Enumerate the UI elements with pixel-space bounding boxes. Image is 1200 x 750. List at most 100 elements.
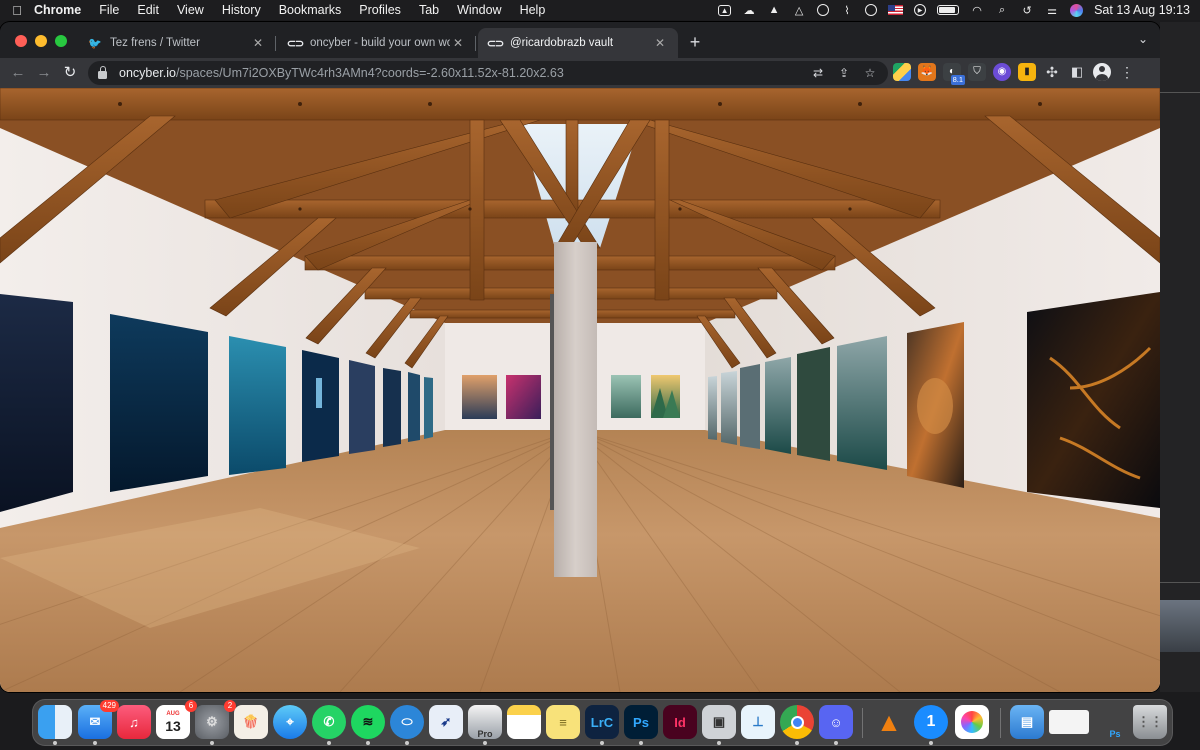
tab-oncyber[interactable]: ⊂⊃ oncyber - build your own world ✕: [278, 28, 476, 58]
indesign-icon[interactable]: Id: [663, 705, 697, 739]
discord-icon[interactable]: ☺: [819, 705, 853, 745]
fullscreen-window-button[interactable]: [55, 35, 67, 47]
safari-compass-icon[interactable]: ⌖: [273, 705, 307, 739]
artwork-night-mountain[interactable]: [0, 294, 73, 512]
extension-icon[interactable]: ◐ 8.1: [943, 63, 965, 85]
artwork-pink-abstract[interactable]: [506, 375, 541, 419]
notes-icon[interactable]: [507, 705, 541, 739]
minimize-window-button[interactable]: [35, 35, 47, 47]
play-icon[interactable]: ▶: [914, 4, 927, 16]
artwork-lake-aerial[interactable]: [837, 336, 887, 470]
chrome-icon[interactable]: [780, 705, 814, 745]
vlc-cone-icon[interactable]: ▲: [872, 705, 906, 739]
menu-profiles[interactable]: Profiles: [359, 3, 401, 17]
tab-vault[interactable]: ⊂⊃ @ricardobrazb vault ✕: [478, 28, 678, 58]
status-dot-icon[interactable]: [865, 4, 878, 16]
puzzle-extensions-icon[interactable]: ✣: [1043, 63, 1061, 81]
key-extension-icon[interactable]: ▮: [1018, 63, 1036, 81]
keynote-icon[interactable]: ⊥: [741, 705, 775, 739]
menu-window[interactable]: Window: [457, 3, 501, 17]
tab-twitter[interactable]: 🐦 Tez frens / Twitter ✕: [78, 28, 276, 58]
artwork-green-figure[interactable]: [611, 375, 641, 418]
calendar-icon[interactable]: AUG 13 6: [156, 700, 197, 739]
metamask-fox-icon[interactable]: 🦊: [918, 63, 936, 81]
url-text[interactable]: oncyber.io/spaces/Um7i2OXByTWc4rh3AMn4?c…: [119, 66, 564, 80]
close-tab-icon[interactable]: ✕: [250, 36, 266, 50]
new-tab-plus-icon[interactable]: +: [684, 32, 706, 53]
artwork-mountain-fog[interactable]: [740, 364, 760, 449]
spotlight-search-icon[interactable]: ⌕: [995, 4, 1009, 16]
paperclip-icon[interactable]: ⌇: [840, 4, 854, 17]
kebab-menu-icon[interactable]: ⋮: [1118, 63, 1136, 81]
artwork-cyan-sea[interactable]: [229, 336, 286, 475]
reload-icon[interactable]: ↻: [60, 63, 80, 83]
eye-extension-icon[interactable]: ◉: [993, 63, 1011, 81]
lightroom-classic-icon[interactable]: LrC: [585, 705, 619, 745]
artwork-mist-2[interactable]: [721, 371, 737, 445]
music-icon[interactable]: ♫: [117, 705, 151, 739]
trash-icon[interactable]: ⋮⋮: [1133, 705, 1167, 739]
artwork-sunset-whale[interactable]: [462, 375, 497, 419]
google-drive-extension-icon[interactable]: [893, 63, 911, 81]
onepassword-icon[interactable]: 1: [914, 705, 948, 745]
menu-tab[interactable]: Tab: [419, 3, 439, 17]
artwork-mist-1[interactable]: [708, 376, 717, 440]
lock-icon[interactable]: [98, 65, 107, 79]
pigeon-app-icon[interactable]: ➶: [429, 705, 463, 739]
vlc-status-icon[interactable]: △: [792, 4, 806, 17]
system-settings-icon[interactable]: ⚙ 2: [195, 700, 236, 745]
artwork-night-sky[interactable]: [383, 368, 401, 447]
menu-clock[interactable]: Sat 13 Aug 19:13: [1094, 3, 1190, 17]
profile-avatar-icon[interactable]: [1093, 63, 1111, 81]
translate-icon[interactable]: ⇄: [810, 65, 826, 81]
siri-icon[interactable]: [1070, 3, 1084, 17]
status-circle-icon[interactable]: [817, 4, 830, 16]
menu-history[interactable]: History: [222, 3, 261, 17]
artwork-teal[interactable]: [424, 377, 433, 439]
creative-cloud-icon[interactable]: ☁: [742, 4, 756, 17]
battery-icon[interactable]: [937, 5, 960, 15]
recent-document-thumbnail[interactable]: [1049, 710, 1089, 734]
share-icon[interactable]: ⇪: [836, 65, 852, 81]
spotify-icon[interactable]: ≋: [351, 705, 385, 745]
mail-icon[interactable]: ✉ 429: [78, 700, 119, 745]
control-center-icon[interactable]: ⚌: [1045, 4, 1059, 17]
vpn-app-icon[interactable]: ⬭: [390, 705, 424, 745]
screenshot-tool-icon[interactable]: ▣: [702, 705, 736, 745]
wifi-icon[interactable]: ◠: [970, 4, 984, 17]
menu-help[interactable]: Help: [520, 3, 546, 17]
drive-icon[interactable]: ▲: [767, 4, 781, 16]
menu-bookmarks[interactable]: Bookmarks: [279, 3, 342, 17]
apple-menu-icon[interactable]: : [0, 3, 34, 18]
menu-view[interactable]: View: [177, 3, 204, 17]
artwork-dusk[interactable]: [408, 372, 420, 442]
photos-icon[interactable]: [955, 705, 989, 739]
whatsapp-icon[interactable]: ✆: [312, 705, 346, 745]
status-app-icon[interactable]: ▲: [718, 4, 732, 16]
bookmark-star-icon[interactable]: ☆: [862, 65, 878, 81]
time-machine-icon[interactable]: ↺: [1020, 4, 1034, 17]
tab-search-chevron-icon[interactable]: ⌄: [1138, 32, 1148, 46]
artwork-blue-window[interactable]: [110, 314, 208, 492]
photoshop-file-icon[interactable]: Ps: [1098, 705, 1132, 739]
stickies-icon[interactable]: ≡: [546, 705, 580, 739]
downloads-folder-icon[interactable]: ▤: [1010, 705, 1044, 739]
menu-app-name[interactable]: Chrome: [34, 3, 81, 17]
menu-edit[interactable]: Edit: [137, 3, 159, 17]
address-bar[interactable]: oncyber.io/spaces/Um7i2OXByTWc4rh3AMn4?c…: [88, 61, 888, 85]
back-arrow-icon[interactable]: ←: [8, 63, 28, 83]
artwork-dark-hills[interactable]: [349, 360, 375, 454]
popcorn-time-icon[interactable]: 🍿: [234, 705, 268, 739]
us-flag-icon[interactable]: [888, 5, 904, 15]
photoshop-icon[interactable]: Ps: [624, 705, 658, 745]
artwork-waterfall[interactable]: [765, 357, 791, 454]
artwork-green-door[interactable]: [797, 347, 830, 461]
close-tab-icon[interactable]: ✕: [450, 36, 466, 50]
forward-arrow-icon[interactable]: →: [34, 63, 54, 83]
side-panel-icon[interactable]: ◧: [1068, 63, 1086, 81]
finder-icon[interactable]: [38, 705, 72, 745]
gallery-3d-viewport[interactable]: [0, 88, 1160, 692]
artwork-lava-flow[interactable]: [1027, 292, 1160, 508]
shield-extension-icon[interactable]: ⛉: [968, 63, 986, 81]
close-tab-icon[interactable]: ✕: [652, 36, 668, 50]
